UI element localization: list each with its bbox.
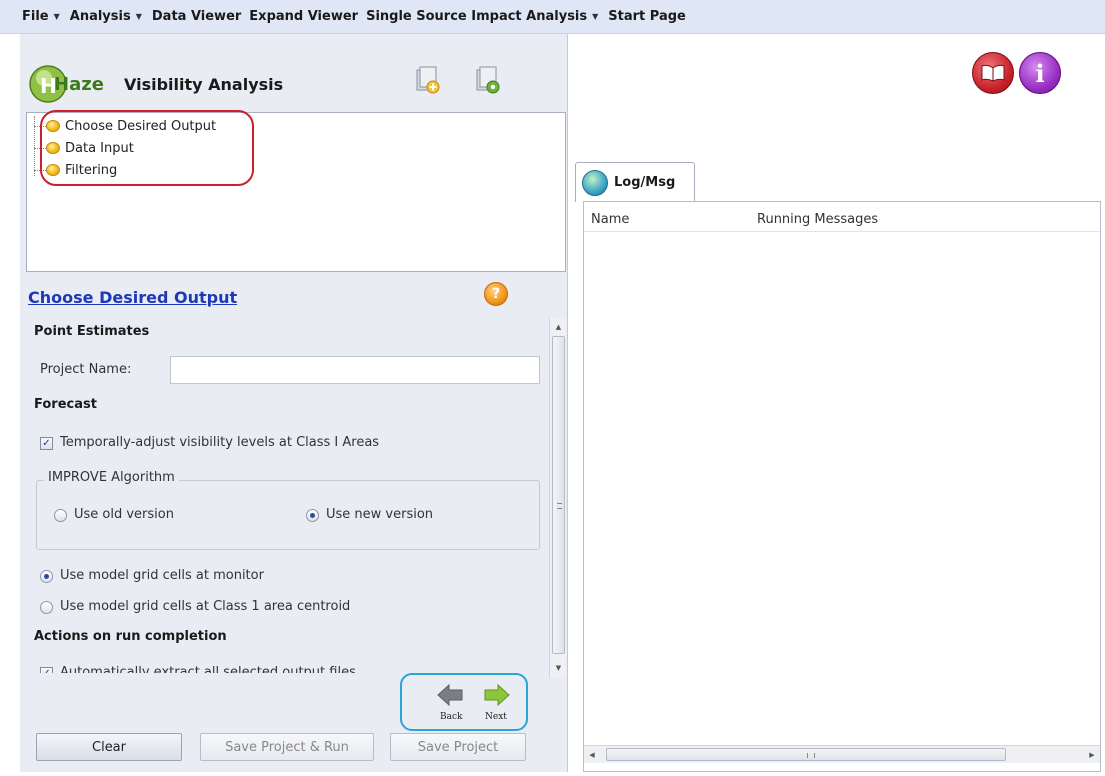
grid-monitor-label: Use model grid cells at monitor	[60, 568, 264, 583]
menu-single-source-label: Single Source Impact Analysis	[366, 9, 588, 24]
tree-highlight-ring	[40, 110, 254, 186]
back-arrow-icon[interactable]	[437, 683, 463, 707]
menu-analysis-label: Analysis	[69, 9, 131, 24]
project-name-label: Project Name:	[40, 362, 132, 377]
log-icon	[582, 169, 608, 196]
clear-button[interactable]: Clear	[36, 733, 182, 761]
auto-extract-checkbox[interactable]: ✓	[40, 667, 53, 673]
log-column-messages[interactable]: Running Messages	[757, 212, 878, 227]
menu-data-viewer[interactable]: Data Viewer	[152, 9, 241, 24]
back-label: Back	[440, 712, 463, 722]
menu-file-label: File	[22, 9, 49, 24]
menu-start-page[interactable]: Start Page	[608, 9, 686, 24]
project-name-input[interactable]	[170, 356, 540, 384]
grid-centroid-label: Use model grid cells at Class 1 area cen…	[60, 599, 351, 614]
actions-heading: Actions on run completion	[34, 629, 227, 644]
info-icon[interactable]: i	[1019, 52, 1061, 94]
next-arrow-icon[interactable]	[484, 683, 510, 707]
menu-single-source[interactable]: Single Source Impact Analysis ▼	[366, 9, 600, 24]
next-label: Next	[485, 712, 507, 722]
scroll-up-icon[interactable]: ▲	[550, 318, 567, 335]
scroll-thumb[interactable]	[606, 748, 1006, 761]
scroll-left-icon[interactable]: ◀	[584, 746, 600, 764]
new-version-radio[interactable]	[306, 509, 319, 522]
add-project-icon[interactable]	[414, 66, 440, 94]
old-version-radio[interactable]	[54, 509, 67, 522]
page-title: Visibility Analysis	[124, 75, 284, 94]
point-estimates-heading: Point Estimates	[34, 324, 150, 339]
tab-log-msg[interactable]: Log/Msg	[575, 162, 695, 202]
menu-expand-viewer-label: Expand Viewer	[249, 9, 359, 24]
menu-expand-viewer[interactable]: Expand Viewer	[249, 9, 358, 24]
scroll-thumb[interactable]	[552, 336, 565, 654]
auto-extract-label: Automatically extract all selected outpu…	[60, 665, 356, 673]
menu-bar: File ▼ Analysis ▼ Data Viewer Expand Viewe…	[0, 0, 1105, 34]
scroll-right-icon[interactable]: ▶	[1084, 746, 1100, 764]
save-run-button[interactable]: Save Project & Run	[200, 733, 374, 761]
temporal-adjust-label: Temporally-adjust visibility levels at C…	[60, 435, 380, 450]
project-settings-icon[interactable]	[474, 66, 500, 94]
grid-monitor-radio[interactable]	[40, 570, 53, 583]
chevron-down-icon: ▼	[53, 12, 60, 21]
forecast-heading: Forecast	[34, 397, 97, 412]
menu-analysis[interactable]: Analysis ▼	[70, 9, 144, 24]
help-book-icon[interactable]	[972, 52, 1014, 94]
auto-extract-row: ✓ Automatically extract all selected out…	[26, 661, 400, 673]
temporal-adjust-checkbox[interactable]: ✓	[40, 437, 53, 450]
save-project-button[interactable]: Save Project	[390, 733, 526, 761]
new-version-label: Use new version	[326, 507, 434, 522]
chevron-down-icon: ▼	[135, 12, 142, 21]
improve-algorithm-legend: IMPROVE Algorithm	[44, 470, 179, 485]
section-title-link[interactable]: Choose Desired Output	[28, 288, 237, 307]
menu-start-page-label: Start Page	[608, 9, 686, 24]
log-column-name[interactable]: Name	[591, 212, 629, 227]
log-panel	[583, 201, 1101, 772]
form-vertical-scrollbar[interactable]: ▲ ▼	[549, 318, 566, 678]
scroll-down-icon[interactable]: ▼	[550, 659, 567, 676]
menu-data-viewer-label: Data Viewer	[151, 9, 242, 24]
book-glyph	[981, 64, 1005, 82]
tab-log-msg-label: Log/Msg	[614, 175, 676, 190]
log-horizontal-scrollbar[interactable]: ◀ ▶	[584, 745, 1100, 763]
old-version-label: Use old version	[74, 507, 174, 522]
menu-file[interactable]: File ▼	[22, 9, 62, 24]
grid-centroid-radio[interactable]	[40, 601, 53, 614]
help-icon[interactable]: ?	[484, 282, 508, 306]
logo-text: Haze	[54, 74, 104, 95]
check-icon: ✓	[42, 438, 51, 449]
check-icon: ✓	[42, 668, 50, 673]
chevron-down-icon: ▼	[592, 12, 599, 21]
